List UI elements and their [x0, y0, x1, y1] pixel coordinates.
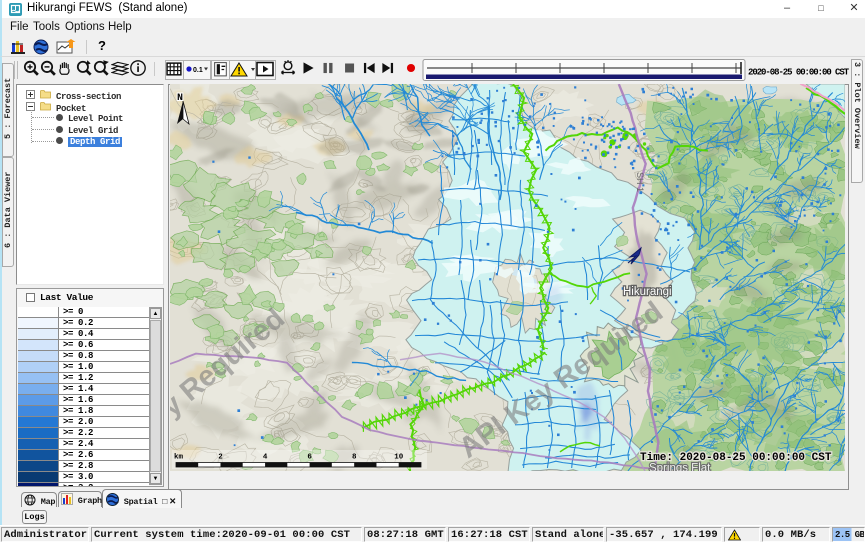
svg-text:4: 4 — [263, 454, 268, 462]
svg-text:2020-08-25 00:00:00 CST: 2020-08-25 00:00:00 CST — [748, 68, 850, 78]
svg-text:Hikurangi: Hikurangi — [623, 286, 672, 298]
svg-text:2: 2 — [218, 454, 223, 462]
svg-text:6: 6 — [307, 454, 312, 462]
svg-text:10: 10 — [394, 454, 404, 462]
svg-text:N: N — [177, 93, 183, 104]
svg-text:km: km — [174, 454, 184, 462]
svg-text:Time: 2020-08-25 00:00:00 CST: Time: 2020-08-25 00:00:00 CST — [640, 452, 832, 464]
svg-text:SH 1: SH 1 — [635, 172, 645, 192]
svg-text:8: 8 — [352, 454, 357, 462]
